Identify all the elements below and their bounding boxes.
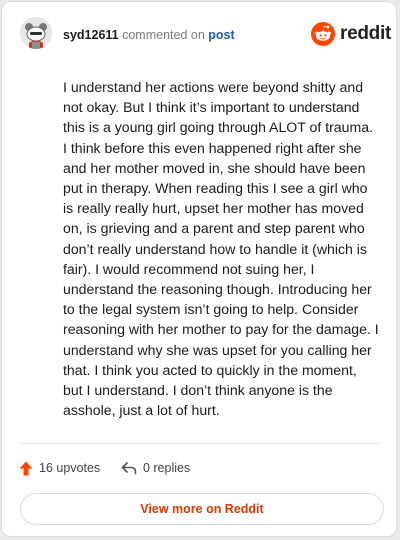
comment-body: I understand her actions were beyond shi… [63,79,379,419]
comment-card: syd12611 commented on post reddit I unde… [1,1,397,537]
reply-count[interactable]: 0 replies [121,459,190,477]
avatar[interactable] [20,17,52,49]
reddit-logo[interactable]: reddit [311,22,391,46]
upvote-arrow-icon [19,461,33,475]
post-link[interactable]: post [208,28,234,42]
view-more-button[interactable]: View more on Reddit [20,493,384,525]
comment-header: syd12611 commented on post [63,28,235,42]
reply-label: 0 replies [143,461,191,475]
reply-arrow-icon [121,462,137,475]
reddit-wordmark: reddit [340,23,391,44]
divider [20,443,380,444]
action-text: commented on [122,28,205,42]
username-link[interactable]: syd12611 [63,28,119,42]
snoo-avatar-icon [20,17,52,49]
reddit-snoo-icon [311,22,335,46]
upvote-count[interactable]: 16 upvotes [19,459,100,477]
upvote-label: 16 upvotes [39,461,101,475]
